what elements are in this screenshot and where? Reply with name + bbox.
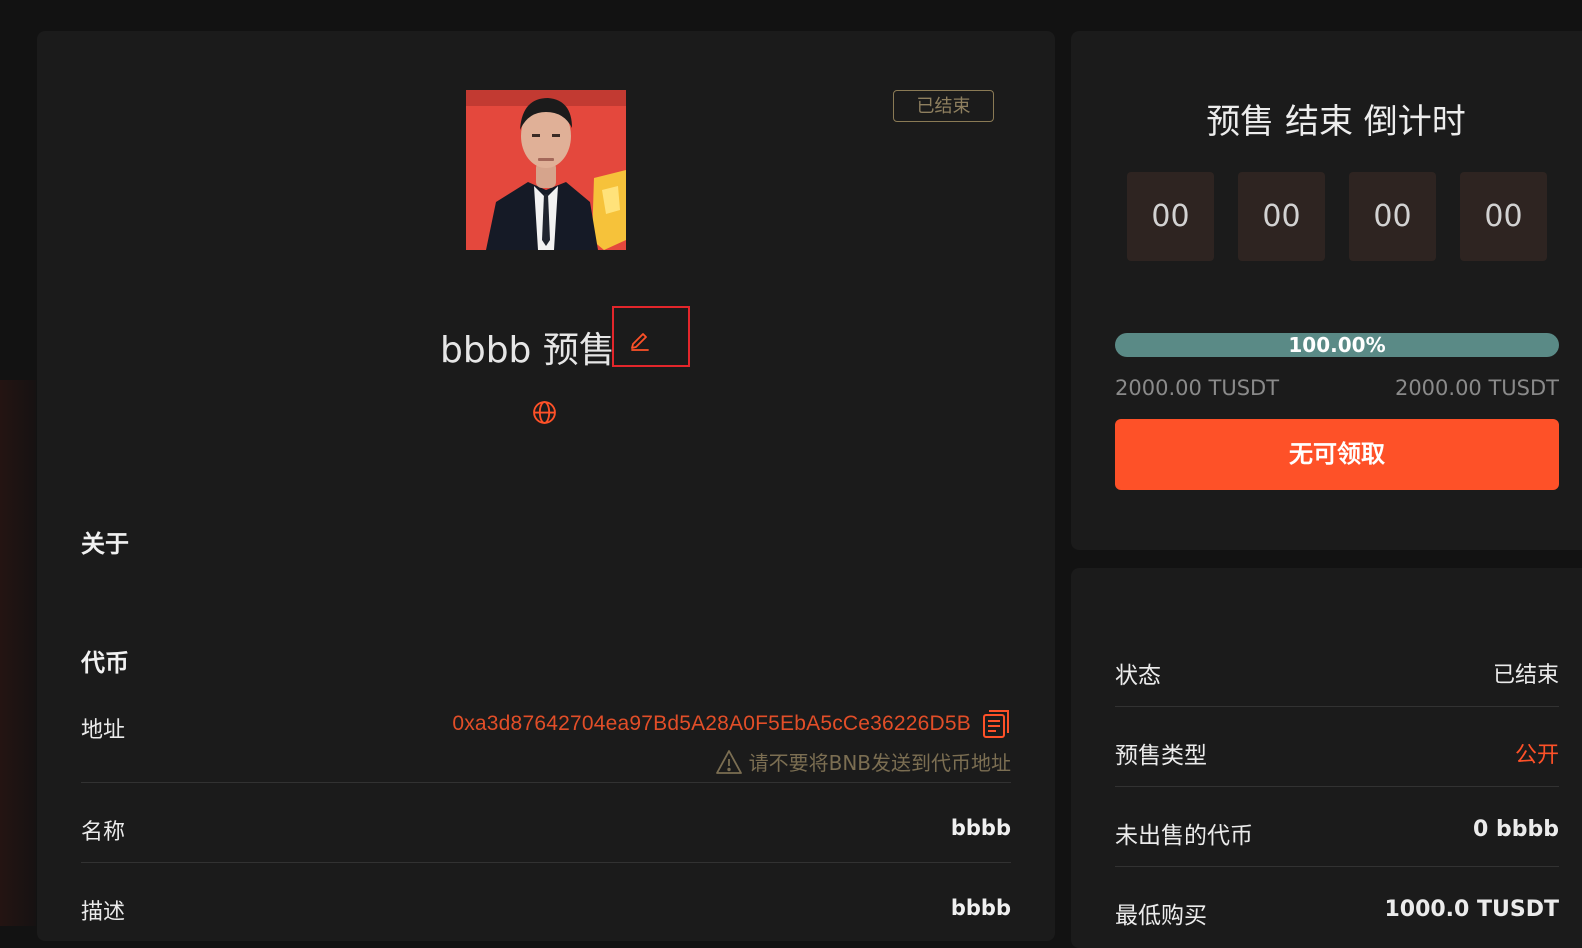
address-warning: 请不要将BNB发送到代币地址 bbox=[715, 747, 1011, 776]
edit-button[interactable] bbox=[612, 306, 690, 367]
description-label: 描述 bbox=[81, 900, 126, 925]
detail-value-min-buy: 1000.0 TUSDT bbox=[1384, 897, 1559, 922]
detail-label-status: 状态 bbox=[1115, 663, 1161, 689]
progress-label: 100.00% bbox=[1288, 333, 1386, 357]
token-name: bbbb bbox=[950, 816, 1011, 840]
claim-button[interactable]: 无可领取 bbox=[1115, 419, 1559, 490]
hardcap-amount: 2000.00 TUSDT bbox=[1394, 376, 1559, 400]
project-avatar bbox=[466, 90, 626, 250]
divider bbox=[81, 782, 1011, 783]
detail-label-type: 预售类型 bbox=[1115, 743, 1207, 769]
presale-details-card: 状态 已结束 预售类型 公开 未出售的代币 0 bbbb 最低购买 1000.0… bbox=[1071, 568, 1582, 948]
timer-minutes: 00 bbox=[1349, 172, 1436, 261]
copy-icon[interactable] bbox=[981, 709, 1011, 739]
detail-label-min-buy: 最低购买 bbox=[1115, 903, 1207, 929]
warning-icon bbox=[715, 749, 742, 774]
project-title: bbbb 预售 bbox=[440, 330, 615, 371]
detail-value-type: 公开 bbox=[1514, 743, 1559, 768]
globe-icon[interactable] bbox=[532, 400, 557, 425]
name-label: 名称 bbox=[81, 820, 126, 845]
address-label: 地址 bbox=[81, 718, 126, 743]
divider bbox=[1115, 866, 1559, 867]
divider bbox=[1115, 786, 1559, 787]
raised-amount: 2000.00 TUSDT bbox=[1115, 376, 1280, 400]
countdown-card: 预售 结束 倒计时 00 00 00 00 100.00% 2000.00 TU… bbox=[1071, 31, 1582, 550]
timer-seconds: 00 bbox=[1460, 172, 1547, 261]
left-edge-glow bbox=[0, 380, 36, 926]
token-description: bbbb bbox=[950, 896, 1011, 920]
timer-days: 00 bbox=[1127, 172, 1214, 261]
about-heading: 关于 bbox=[81, 530, 129, 558]
detail-value-status: 已结束 bbox=[1492, 663, 1559, 688]
address-line: 0xa3d87642704ea97Bd5A28A0F5EbA5cCe36226D… bbox=[452, 709, 1011, 739]
detail-label-unsold: 未出售的代币 bbox=[1115, 823, 1253, 849]
divider bbox=[1115, 706, 1559, 707]
countdown-title: 预售 结束 倒计时 bbox=[1206, 102, 1466, 142]
progress-bar: 100.00% bbox=[1115, 333, 1559, 357]
token-heading: 代币 bbox=[81, 649, 129, 677]
warning-text: 请不要将BNB发送到代币地址 bbox=[748, 751, 1011, 775]
detail-value-unsold: 0 bbbb bbox=[1473, 817, 1559, 842]
token-address[interactable]: 0xa3d87642704ea97Bd5A28A0F5EbA5cCe36226D… bbox=[452, 712, 971, 736]
timer-hours: 00 bbox=[1238, 172, 1325, 261]
divider bbox=[81, 862, 1011, 863]
status-badge: 已结束 bbox=[893, 90, 994, 122]
presale-info-card: 已结束 bbbb 预售 关于 代币 地址 0xa3d87642704ea97Bd… bbox=[37, 31, 1055, 941]
edit-icon bbox=[631, 333, 649, 351]
